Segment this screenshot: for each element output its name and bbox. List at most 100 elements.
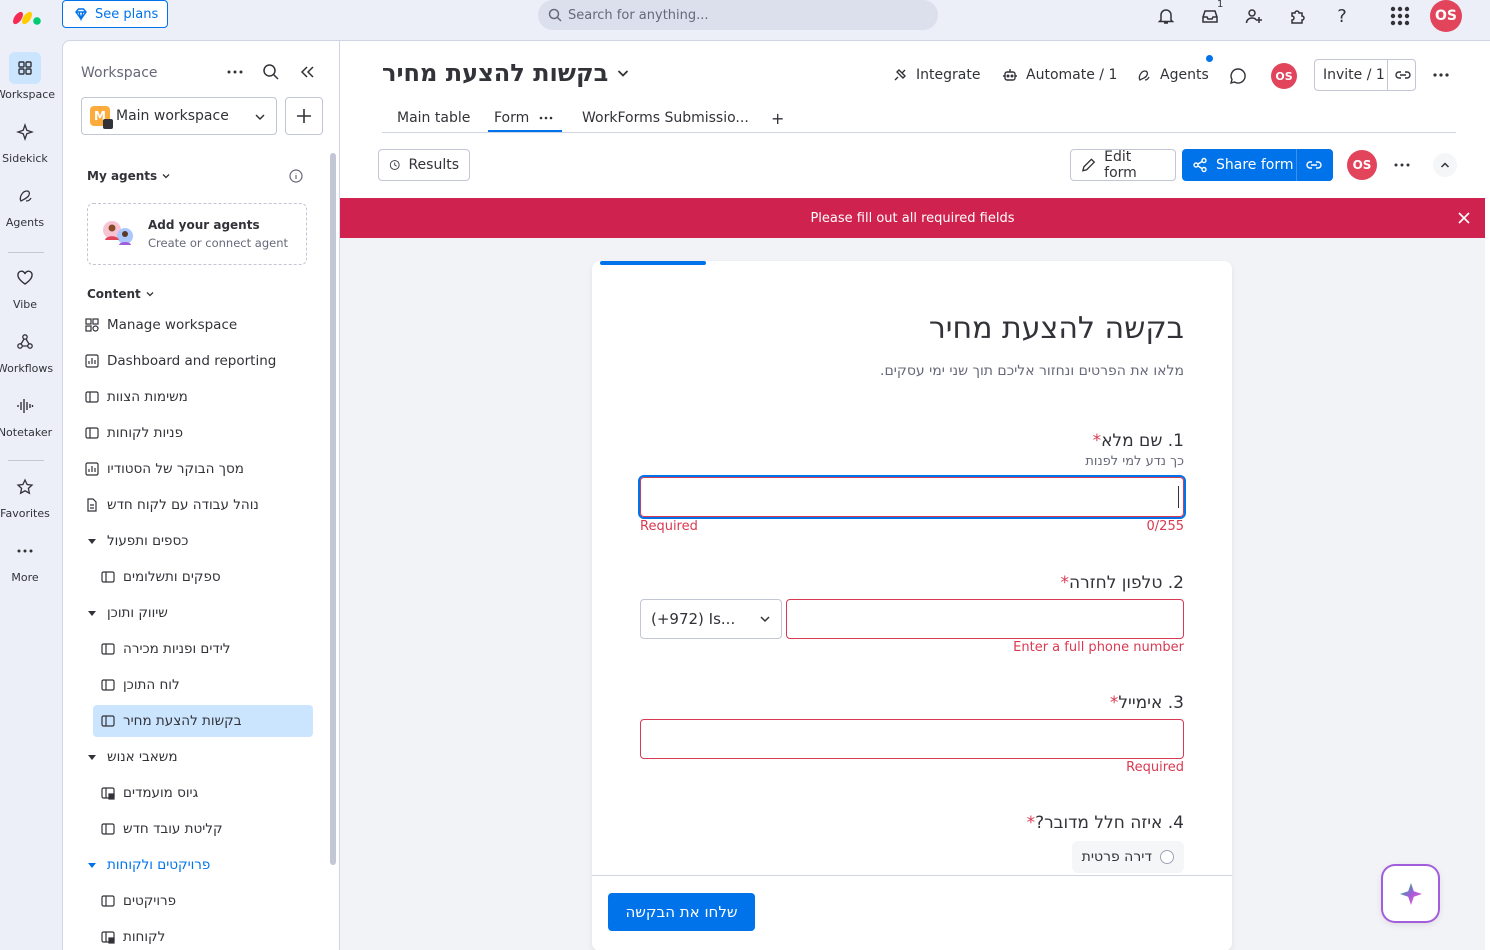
add-view-icon[interactable]: +: [771, 103, 784, 133]
rail-notetaker[interactable]: Notetaker: [0, 390, 52, 439]
tab-form-label: Form: [494, 110, 530, 126]
rail-more[interactable]: More: [0, 535, 50, 584]
inbox-icon[interactable]: 1: [1198, 0, 1223, 28]
copy-link-icon[interactable]: [1388, 66, 1412, 84]
sidebar-item[interactable]: גיוס מועמדים: [101, 777, 198, 809]
apps-grid-icon[interactable]: [1388, 4, 1412, 28]
board-icon: [101, 894, 115, 908]
add-agents-card[interactable]: Add your agents Create or connect agent: [87, 203, 307, 265]
sidebar-item[interactable]: ספקים ותשלומים: [101, 561, 221, 593]
folder-caret-icon[interactable]: [85, 750, 99, 764]
tab-workforms-submissions[interactable]: WorkForms Submissio...: [582, 103, 749, 133]
ai-assistant-button[interactable]: [1383, 866, 1438, 921]
invite-label: Invite / 1: [1323, 67, 1385, 83]
collapse-header-icon[interactable]: [1433, 153, 1457, 177]
sidebar-item[interactable]: לקוחות: [101, 921, 165, 950]
country-code-select[interactable]: (+972) Is...: [640, 599, 782, 639]
share-form-main[interactable]: Share form: [1182, 157, 1296, 173]
workspace-selector[interactable]: M Main workspace: [81, 97, 277, 135]
invite-members-icon[interactable]: [1242, 4, 1266, 28]
edit-form-button[interactable]: Edit form: [1070, 149, 1176, 181]
sidebar-item[interactable]: כספים ותפעול: [85, 525, 188, 557]
global-search[interactable]: Search for anything...: [538, 0, 938, 30]
email-input[interactable]: [640, 719, 1184, 759]
tab-form[interactable]: Form: [494, 103, 553, 133]
chevron-down-icon: [760, 616, 770, 623]
rail-workspace[interactable]: Workspace: [0, 52, 55, 101]
sidebar-item[interactable]: מסך הבוקר של הסטודיו: [85, 453, 244, 485]
rail-favorites[interactable]: Favorites: [0, 471, 50, 520]
automate-button[interactable]: Automate / 1: [1002, 63, 1117, 87]
apps-puzzle-icon[interactable]: [1286, 4, 1310, 28]
agent-card-subtitle: Create or connect agent: [148, 236, 289, 250]
sidebar-item[interactable]: משימות הצוות: [85, 381, 188, 413]
sidebar-item[interactable]: בקשות להצעת מחיר: [93, 705, 313, 737]
collapse-sidebar-icon[interactable]: [298, 63, 316, 81]
board-main: בקשות להצעת מחיר Integrate Automate / 1 …: [340, 40, 1490, 950]
sidebar-scrollbar[interactable]: [330, 153, 336, 865]
chevron-down-icon: [618, 70, 629, 77]
doc-icon: [85, 498, 99, 512]
form-owner-avatar[interactable]: OS: [1347, 150, 1377, 180]
required-star: *: [1060, 573, 1070, 593]
add-item-button[interactable]: [285, 97, 323, 135]
tab-options-icon[interactable]: [539, 116, 553, 120]
folder-caret-icon[interactable]: [85, 534, 99, 548]
monday-logo-icon[interactable]: [12, 4, 46, 28]
info-icon[interactable]: [289, 169, 303, 183]
submit-form-button[interactable]: שלחו את הבקשה: [608, 893, 755, 931]
sidebar-item[interactable]: Dashboard and reporting: [85, 345, 276, 377]
updates-chat-icon[interactable]: [1229, 67, 1247, 85]
sidebar-search-icon[interactable]: [262, 63, 280, 81]
invite-button[interactable]: Invite / 1: [1314, 59, 1416, 91]
sidebar-item[interactable]: נוהל עבודה עם לקוח חדש: [85, 489, 259, 521]
content-section[interactable]: Content: [87, 287, 155, 301]
rail-agents[interactable]: Agents: [0, 180, 50, 229]
sparkle-icon: [9, 116, 41, 148]
sidebar-item[interactable]: משאבי אנוש: [85, 741, 178, 773]
folder-caret-icon[interactable]: [85, 606, 99, 620]
board-icon: [101, 678, 115, 692]
radio-button[interactable]: [1160, 850, 1174, 864]
home-icon: [103, 119, 113, 129]
sidebar-item[interactable]: לוח התוכן: [101, 669, 180, 701]
board-owner-avatar[interactable]: OS: [1271, 63, 1297, 89]
share-link-icon[interactable]: [1297, 156, 1323, 174]
notifications-bell-icon[interactable]: [1154, 4, 1178, 28]
integrate-button[interactable]: Integrate: [892, 63, 980, 87]
phone-input[interactable]: [786, 599, 1184, 639]
q4-label: 4. איזה חלל מדובר?*: [1026, 813, 1184, 833]
user-avatar[interactable]: OS: [1430, 0, 1462, 32]
full-name-input[interactable]: [640, 477, 1184, 517]
folder-caret-icon[interactable]: [85, 858, 99, 872]
tab-main-table[interactable]: Main table: [397, 103, 470, 133]
board-title[interactable]: בקשות להצעת מחיר: [382, 59, 630, 87]
close-banner-icon[interactable]: [1457, 211, 1471, 225]
rail-workflows[interactable]: Workflows: [0, 326, 53, 375]
form-card: בקשה להצעת מחיר מלאו את הפרטים ונחזור אל…: [592, 261, 1232, 950]
sidebar-title: Workspace: [81, 65, 158, 81]
sidebar-item[interactable]: פרויקטים ולקוחות: [85, 849, 210, 881]
results-button[interactable]: Results: [378, 149, 470, 181]
rail-sidekick[interactable]: Sidekick: [0, 116, 50, 165]
error-banner: Please fill out all required fields: [340, 198, 1485, 238]
agents-button[interactable]: Agents: [1136, 55, 1213, 87]
help-icon[interactable]: ?: [1330, 4, 1354, 28]
rail-label: More: [11, 571, 39, 584]
board-more-icon[interactable]: [1432, 66, 1450, 84]
sidebar-item[interactable]: שיווק ותוכן: [85, 597, 168, 629]
sidebar-item-label: משימות הצוות: [107, 389, 188, 405]
space-type-option[interactable]: דירה פרטית: [1071, 841, 1184, 873]
rail-vibe[interactable]: Vibe: [0, 262, 50, 311]
sidebar-more-icon[interactable]: [226, 63, 244, 81]
sidebar-item[interactable]: Manage workspace: [85, 309, 237, 341]
sidebar-item[interactable]: לידים ופניות מכירה: [101, 633, 230, 665]
sidebar-item[interactable]: פרויקטים: [101, 885, 176, 917]
sidebar-item[interactable]: פניות לקוחות: [85, 417, 183, 449]
see-plans-button[interactable]: See plans: [62, 0, 168, 28]
form-more-icon[interactable]: [1393, 156, 1411, 174]
share-form-button[interactable]: Share form: [1182, 149, 1333, 181]
my-agents-section[interactable]: My agents: [87, 169, 171, 183]
see-plans-label: See plans: [95, 6, 159, 22]
sidebar-item[interactable]: קליטת עובד חדש: [101, 813, 223, 845]
